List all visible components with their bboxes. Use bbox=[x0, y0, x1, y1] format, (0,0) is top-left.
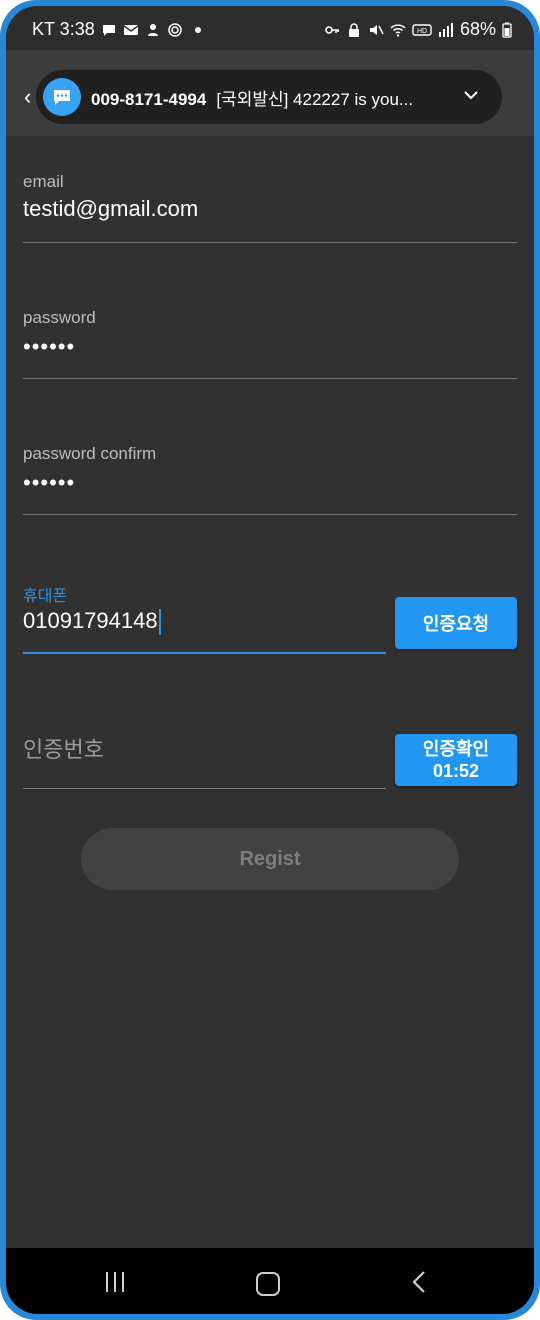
email-value: testid@gmail.com bbox=[23, 196, 199, 221]
text-cursor bbox=[158, 609, 161, 636]
phone-value-wrap: 01091794148 bbox=[23, 608, 161, 636]
email-field[interactable]: email testid@gmail.com bbox=[23, 172, 517, 243]
device-bezel: KT 3:38 HD 68% ‹ 009-8171-4994 [국외발신] 42… bbox=[6, 6, 534, 1314]
request-verification-button[interactable]: 인증요청 bbox=[395, 597, 517, 649]
back-icon[interactable] bbox=[410, 1270, 430, 1294]
status-bar: KT 3:38 HD 68% bbox=[6, 6, 534, 50]
mute-icon bbox=[369, 24, 384, 35]
svg-text:HD: HD bbox=[417, 28, 427, 35]
notification-message: [국외발신] 422227 is you... bbox=[216, 89, 414, 109]
confirm-label: 인증확인 bbox=[422, 739, 490, 759]
app-bar: ‹ 009-8171-4994 [국외발신] 422227 is you... bbox=[6, 50, 534, 136]
key-icon bbox=[325, 25, 339, 34]
home-icon[interactable] bbox=[256, 1272, 280, 1296]
chat-bubble-icon bbox=[102, 24, 115, 36]
app-notification-icon bbox=[147, 23, 158, 36]
verification-code-placeholder: 인증번호 bbox=[23, 737, 104, 762]
sms-notification[interactable]: 009-8171-4994 [국외발신] 422227 is you... bbox=[36, 70, 502, 124]
confirm-verification-button[interactable]: 인증확인 01:52 bbox=[395, 734, 517, 786]
phone-value: 01091794148 bbox=[23, 608, 158, 633]
fingerprint-icon bbox=[167, 22, 182, 37]
password-label: password bbox=[23, 308, 96, 327]
device-frame: KT 3:38 HD 68% ‹ 009-8171-4994 [국외발신] 42… bbox=[0, 0, 540, 1320]
phone-field[interactable]: 휴대폰 01091794148 bbox=[23, 582, 386, 654]
recent-apps-icon[interactable] bbox=[104, 1272, 128, 1292]
carrier-time: KT 3:38 bbox=[32, 19, 95, 39]
app-screen: KT 3:38 HD 68% ‹ 009-8171-4994 [국외발신] 42… bbox=[6, 6, 534, 1314]
wifi-icon bbox=[390, 23, 406, 37]
password-value: •••••• bbox=[23, 334, 76, 359]
regist-button[interactable]: Regist bbox=[81, 828, 459, 890]
chevron-down-icon[interactable] bbox=[462, 86, 480, 104]
chat-bubble-icon bbox=[43, 78, 81, 116]
status-right: HD 68% bbox=[324, 19, 512, 40]
notification-text: 009-8171-4994 [국외발신] 422227 is you... bbox=[91, 85, 413, 110]
more-notifications-dot bbox=[194, 26, 201, 33]
password-confirm-field[interactable]: password confirm •••••• bbox=[23, 444, 517, 515]
verification-code-field[interactable]: 인증번호 bbox=[23, 724, 386, 789]
back-button[interactable]: ‹ bbox=[24, 84, 31, 110]
system-nav-bar bbox=[6, 1248, 534, 1314]
password-confirm-label: password confirm bbox=[23, 444, 157, 463]
countdown-timer: 01:52 bbox=[432, 761, 480, 781]
lock-icon bbox=[348, 22, 359, 37]
signal-icon bbox=[438, 22, 453, 37]
phone-label: 휴대폰 bbox=[23, 588, 68, 605]
password-confirm-value: •••••• bbox=[23, 470, 76, 495]
status-left: KT 3:38 bbox=[32, 19, 201, 40]
email-label: email bbox=[23, 172, 64, 191]
battery-level: 68% bbox=[459, 19, 496, 39]
hd-icon: HD bbox=[412, 23, 432, 36]
battery-icon bbox=[502, 22, 512, 38]
password-field[interactable]: password •••••• bbox=[23, 308, 517, 379]
mail-icon bbox=[123, 24, 139, 35]
notification-sender: 009-8171-4994 bbox=[91, 89, 207, 109]
